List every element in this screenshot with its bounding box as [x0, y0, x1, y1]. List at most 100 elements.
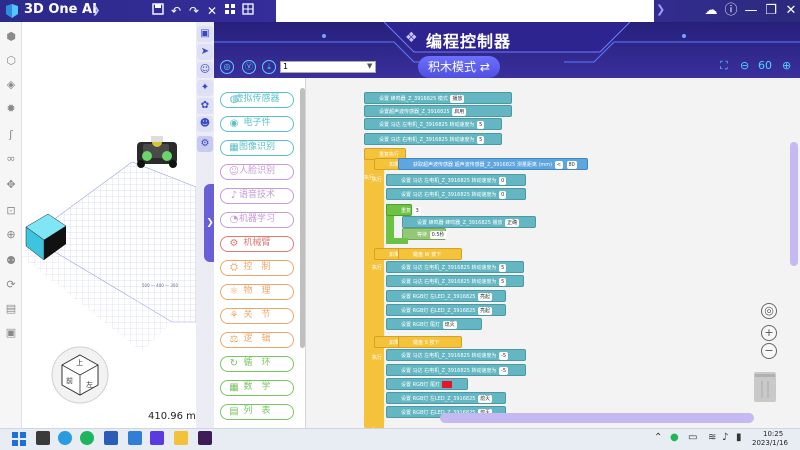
workspace-zoom-out-icon[interactable]: − [761, 343, 777, 359]
block-left-motor-stop[interactable]: 设置 马达 左电机_Z_3916825 转动速度为 0 [386, 174, 526, 186]
file-explorer-icon[interactable] [174, 431, 188, 445]
block-s-tail-light[interactable]: 设置 RGB灯 尾灯 [386, 378, 468, 390]
block-buzzer-mode[interactable]: 设置 蜂鸣器_Z_3916825 模式 播放 [364, 92, 512, 104]
gear-icon[interactable]: ✹ [4, 102, 18, 116]
block-key-s[interactable]: 键盘 S 按下 [398, 336, 462, 348]
block-w-left-led[interactable]: 设置 RGB灯 左LED_Z_3916825 亮起 [386, 290, 506, 302]
battery-icon[interactable]: ▮ [736, 432, 742, 443]
if-s-spine [374, 336, 384, 428]
3d-viewport[interactable]: 500 — 400 — 300 前 左 上 [22, 22, 196, 428]
speaker-icon[interactable]: ♪ [722, 432, 728, 443]
3d-one-taskbar-icon[interactable] [150, 431, 164, 445]
premiere-icon[interactable] [198, 431, 212, 445]
clock-date[interactable]: 2023/1/16 [752, 439, 788, 447]
edge-icon[interactable] [58, 431, 72, 445]
globe-icon[interactable]: ◎ [220, 60, 234, 74]
chevron-down-icon[interactable]: ▼ [367, 62, 372, 70]
windows-start-icon[interactable] [12, 431, 26, 446]
block-w-left-motor[interactable]: 设置 马达 左电机_Z_3916825 转动速度为 5 [386, 261, 524, 273]
cloud-icon[interactable]: ☁ [702, 2, 720, 20]
block-right-motor-speed[interactable]: 设置 马达 右电机_Z_3916825 转动速度为 5 [364, 133, 502, 145]
window-app-icon[interactable] [128, 431, 142, 445]
view-cube-top-label[interactable]: 上 [76, 358, 83, 368]
view-cube-left-label[interactable]: 左 [86, 380, 93, 390]
if-block-spine [374, 158, 384, 248]
block-w-tail-light[interactable]: 设置 RGB灯 尾灯 熄灭 [386, 318, 482, 330]
trash-icon[interactable] [754, 372, 776, 402]
refresh-icon[interactable]: ⟳ [4, 278, 18, 292]
code-workspace[interactable]: 设置 蜂鸣器_Z_3916825 模式 播放 设置超声波传感器_Z_391682… [306, 78, 800, 428]
crop-icon[interactable]: ⊡ [4, 204, 18, 218]
tab-robot-icon[interactable]: ☺ [197, 62, 213, 78]
block-w-right-led[interactable]: 设置 RGB灯 右LED_Z_3916825 亮起 [386, 304, 506, 316]
zoom-level: 60 [758, 59, 772, 72]
minimize-icon[interactable]: — [742, 2, 760, 20]
view-cube-front-label[interactable]: 前 [66, 376, 73, 386]
chrome-icon[interactable] [80, 431, 94, 445]
layout-icon[interactable] [240, 3, 256, 19]
sketch-icon[interactable]: ʃ [4, 128, 18, 142]
block-s-right-motor[interactable]: 设置 马达 右电机_Z_3916825 转动速度为 -5 [386, 364, 526, 376]
block-w-right-motor[interactable]: 设置 马达 右电机_Z_3916825 转动速度为 5 [386, 275, 524, 287]
block-right-motor-stop[interactable]: 设置 马达 右电机_Z_3916825 转动速度为 0 [386, 188, 526, 200]
info-icon[interactable]: ⓘ [722, 2, 740, 20]
tab-speech-icon[interactable]: ✦ [197, 80, 213, 96]
window-close-icon[interactable]: ✕ [782, 2, 800, 20]
tab-user-icon[interactable]: ☻ [197, 116, 213, 132]
block-buzzer-play[interactable]: 设置 蜂鸣器 蜂鸣器_Z_3916825 播放 正确 [402, 216, 536, 228]
workspace-vertical-scrollbar[interactable] [790, 142, 798, 266]
tab-image-icon[interactable]: ▣ [197, 26, 213, 42]
node-icon[interactable]: ⚉ [4, 254, 18, 268]
component-icon[interactable]: ▣ [4, 326, 18, 340]
block-s-left-led[interactable]: 设置 RGB灯 左LED_Z_3916825 熄灭 [386, 392, 506, 404]
save-icon[interactable] [150, 3, 166, 19]
tab-program-icon[interactable]: ⚙ [197, 136, 213, 152]
title-blank-area [276, 0, 654, 22]
cube-icon[interactable]: ⬡ [4, 54, 18, 68]
tab-send-icon[interactable]: ➤ [197, 44, 213, 60]
restore-icon[interactable]: ❐ [762, 2, 780, 20]
task-view-icon[interactable] [36, 431, 50, 445]
workspace-zoom-in-icon[interactable]: + [761, 325, 777, 341]
redo-icon[interactable]: ↷ [186, 3, 202, 19]
variable-icon[interactable]: Ⓥ [242, 60, 256, 74]
target-icon[interactable]: ⊕ [4, 228, 18, 242]
phone-link-icon[interactable]: ▭ [688, 432, 697, 443]
block-ultrasonic-enable[interactable]: 设置超声波传感器_Z_3916825 启用 [364, 105, 512, 117]
device-select[interactable]: 1 [280, 61, 376, 73]
center-view-icon[interactable]: ◎ [761, 303, 777, 319]
fit-view-icon[interactable]: ⛶ [720, 59, 728, 73]
palette-scrollbar[interactable] [300, 88, 305, 348]
block-mode-button[interactable]: 积木模式 ⇄ [418, 56, 500, 78]
face-recognition-icon: ☺ [228, 166, 240, 177]
block-ultrasonic-distance[interactable]: 获取超声波传感器 超声波传感器_Z_3916825 测量距离 (mm) < 80 [398, 158, 588, 170]
layers-icon[interactable]: ▤ [4, 302, 18, 316]
close-icon[interactable]: ✕ [204, 3, 220, 19]
block-s-left-motor[interactable]: 设置 马达 左电机_Z_3916825 转动速度为 -5 [386, 349, 526, 361]
color-swatch-red[interactable] [441, 381, 452, 388]
box-icon[interactable]: ◈ [4, 78, 18, 92]
undo-icon[interactable]: ↶ [168, 3, 184, 19]
transform-icon[interactable]: ✥ [4, 178, 18, 192]
word-icon[interactable] [104, 431, 118, 445]
block-key-w[interactable]: 键盘 W 按下 [398, 248, 462, 260]
taskbar [0, 428, 800, 450]
workspace-horizontal-scrollbar[interactable] [440, 413, 754, 423]
wechat-icon[interactable]: ● [670, 432, 679, 443]
clock-time[interactable]: 10:25 [763, 430, 783, 438]
block-left-motor-speed[interactable]: 设置 马达 左电机_Z_3916825 转动速度为 5 [364, 118, 502, 130]
chevron-up-icon[interactable]: ⌃ [654, 432, 662, 443]
app-menu-chevron-icon[interactable]: ❯ [92, 5, 100, 16]
tab-brain-icon[interactable]: ✿ [197, 98, 213, 114]
block-wait[interactable]: 等待 0.5秒 [402, 228, 447, 240]
wifi-icon[interactable]: ≋ [708, 432, 716, 443]
block-repeat-3[interactable]: 重复 3 [386, 204, 421, 216]
download-icon[interactable]: ⤓ [262, 60, 276, 74]
panel-chevron-icon[interactable]: ❯ [656, 3, 670, 19]
link-icon[interactable]: ∞ [4, 152, 18, 166]
list-icon: ▤ [229, 406, 239, 417]
zoom-out-icon[interactable]: ⊖ [740, 59, 749, 72]
grid-icon[interactable] [222, 3, 238, 19]
shape-icon[interactable]: ⬢ [4, 30, 18, 44]
zoom-in-icon[interactable]: ⊕ [782, 59, 791, 72]
